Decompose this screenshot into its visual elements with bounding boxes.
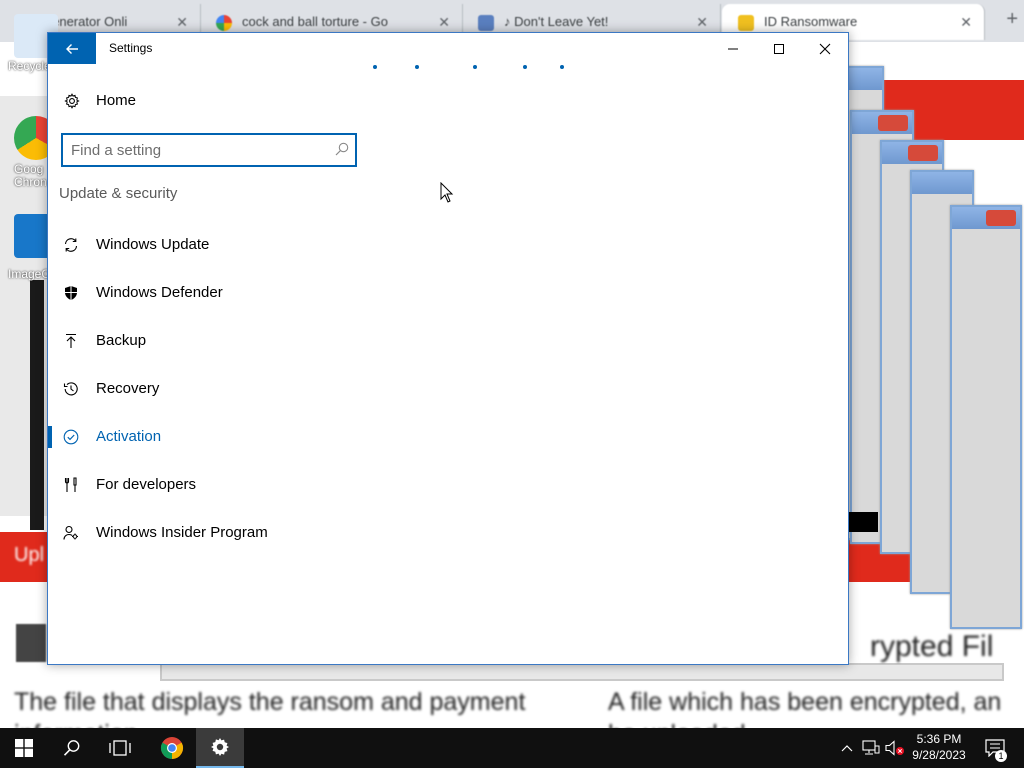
taskbar-chrome[interactable] — [148, 728, 196, 768]
page-heading: rypted Fil — [870, 630, 994, 663]
popup-window-bottom — [160, 663, 1004, 681]
close-button[interactable] — [802, 33, 848, 64]
history-icon — [63, 382, 78, 396]
task-view-icon — [109, 740, 131, 756]
shield-icon — [65, 286, 77, 300]
popup-window-left — [30, 280, 44, 530]
search-box[interactable] — [61, 133, 357, 167]
loading-indicator — [48, 65, 848, 69]
clock-time: 5:36 PM — [916, 732, 962, 746]
search-icon[interactable] — [335, 142, 349, 156]
volume-muted-icon — [885, 740, 904, 756]
page-paragraph: The file that displays the ransom and pa… — [14, 688, 526, 716]
nav-item-label: For developers — [96, 476, 197, 493]
developer-tools-icon — [64, 477, 77, 492]
page-paragraph: be uploaded — [608, 720, 746, 728]
nav-item-label: Windows Update — [96, 236, 210, 253]
notification-count-badge: 1 — [995, 750, 1007, 762]
page-paragraph: information — [14, 720, 138, 728]
nav-windows-insider-program[interactable]: Windows Insider Program — [48, 518, 368, 548]
chevron-up-icon — [841, 745, 853, 752]
start-button[interactable] — [0, 728, 48, 768]
clock[interactable]: 5:36 PM 9/28/2023 — [906, 728, 972, 768]
nav-item-label: Windows Insider Program — [96, 524, 268, 541]
google-favicon — [216, 14, 232, 31]
nav-windows-defender[interactable]: Windows Defender — [48, 278, 368, 308]
popup-black-box — [848, 512, 878, 532]
popup-window — [950, 205, 1022, 629]
nav-recovery[interactable]: Recovery — [48, 374, 368, 404]
tab-close-icon[interactable]: ✕ — [960, 4, 972, 40]
search-input[interactable] — [71, 135, 321, 165]
windows-logo-icon — [15, 739, 33, 757]
file-icon — [16, 624, 46, 662]
nav-home-label: Home — [96, 92, 137, 109]
nav-backup[interactable]: Backup — [48, 326, 368, 356]
network-icon — [862, 740, 880, 755]
window-title: Settings — [109, 41, 153, 55]
clock-date: 9/28/2023 — [912, 748, 966, 762]
insider-person-icon — [63, 525, 78, 540]
volume-button[interactable] — [884, 728, 906, 768]
show-hidden-icons-button[interactable] — [838, 728, 856, 768]
selection-indicator — [48, 426, 52, 448]
close-icon — [819, 43, 831, 54]
lock-favicon — [738, 14, 754, 31]
nav-item-label: Recovery — [96, 380, 160, 397]
maximize-icon — [774, 43, 784, 54]
nav-windows-update[interactable]: Windows Update — [48, 230, 368, 260]
new-tab-icon[interactable]: + — [1006, 8, 1018, 31]
upload-arrow-icon — [66, 333, 76, 348]
network-button[interactable] — [860, 728, 882, 768]
task-view-button[interactable] — [96, 728, 144, 768]
nav-home[interactable]: Home — [48, 89, 368, 113]
minimize-icon — [728, 48, 738, 49]
gear-icon — [211, 738, 229, 756]
back-button[interactable] — [48, 33, 96, 64]
search-icon — [63, 740, 80, 756]
nav-activation[interactable]: Activation — [48, 422, 368, 452]
sync-icon — [64, 238, 78, 252]
mouse-cursor-icon — [440, 182, 454, 203]
check-circle-icon — [63, 429, 79, 445]
page-paragraph: A file which has been encrypted, an — [608, 688, 1002, 716]
action-center-button[interactable] — [980, 728, 1010, 768]
settings-window: Settings Home Update & securit — [47, 32, 849, 665]
gear-icon — [64, 93, 80, 109]
nav-item-label: Windows Defender — [96, 284, 223, 301]
nav-for-developers[interactable]: For developers — [48, 470, 368, 500]
taskbar-search-button[interactable] — [48, 728, 96, 768]
maximize-button[interactable] — [756, 33, 802, 64]
page-favicon — [478, 14, 494, 31]
section-heading: Update & security — [59, 185, 178, 202]
nav-item-label: Backup — [96, 332, 147, 349]
nav-item-label: Activation — [96, 428, 162, 445]
title-bar[interactable]: Settings — [48, 33, 848, 64]
minimize-button[interactable] — [710, 33, 756, 64]
taskbar-settings[interactable] — [196, 728, 244, 768]
chrome-icon — [161, 737, 183, 759]
taskbar: 5:36 PM 9/28/2023 — [0, 728, 1024, 768]
back-arrow-icon — [66, 43, 78, 54]
